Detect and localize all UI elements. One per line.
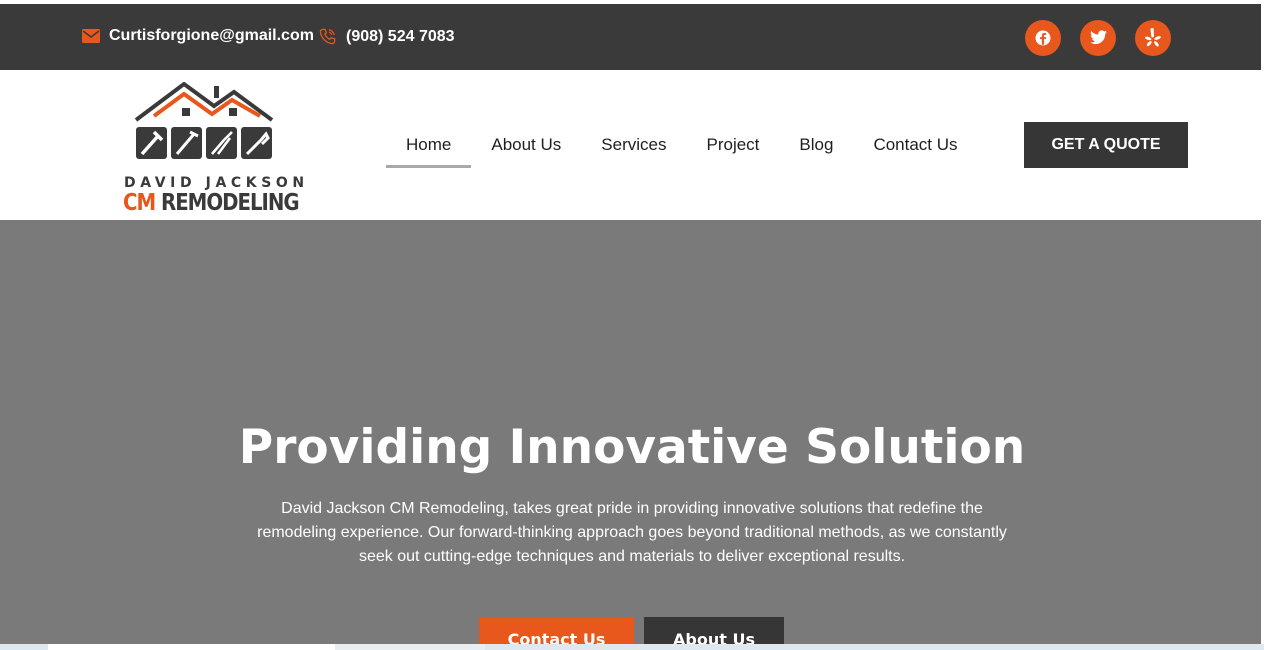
phone-icon: [319, 28, 336, 45]
yelp-icon: [1144, 28, 1161, 47]
nav-item-services[interactable]: Services: [581, 122, 686, 168]
house-tools-logo-icon: [134, 82, 274, 159]
nav-item-about-us[interactable]: About Us: [471, 122, 581, 168]
hero-description: David Jackson CM Remodeling, takes great…: [257, 500, 1007, 565]
bottom-bar-segment: [48, 644, 335, 650]
top-bar: Curtisforgione@gmail.com (908) 524 7083: [0, 4, 1264, 70]
nav-item-project[interactable]: Project: [686, 122, 779, 168]
envelope-icon: [82, 29, 100, 43]
get-quote-button[interactable]: GET A QUOTE: [1024, 122, 1188, 168]
logo-company: CM REMODELING: [123, 190, 300, 216]
bottom-bar: [0, 644, 1264, 650]
logo-name: DAVID JACKSON: [124, 175, 309, 191]
twitter-icon: [1090, 29, 1108, 44]
logo-company-rest: REMODELING: [155, 190, 300, 216]
facebook-icon: [1035, 30, 1051, 46]
twitter-button[interactable]: [1080, 20, 1116, 56]
logo-company-accent: CM: [123, 190, 156, 216]
site-logo[interactable]: DAVID JACKSON CM REMODELING: [120, 82, 304, 216]
nav-item-home[interactable]: Home: [386, 122, 472, 168]
site-header: DAVID JACKSON CM REMODELING Home About U…: [0, 70, 1264, 220]
phone-text: (908) 524 7083: [346, 27, 455, 45]
email-contact[interactable]: Curtisforgione@gmail.com: [82, 27, 314, 45]
nav-item-contact-us[interactable]: Contact Us: [853, 122, 977, 168]
email-text: Curtisforgione@gmail.com: [109, 27, 314, 44]
yelp-button[interactable]: [1135, 20, 1171, 56]
bottom-bar-segment: [335, 644, 485, 650]
hero-section: Providing Innovative Solution David Jack…: [0, 220, 1264, 650]
hero-title: Providing Innovative Solution: [238, 420, 1026, 475]
main-nav: Home About Us Services Project Blog Cont…: [386, 122, 978, 168]
nav-item-blog[interactable]: Blog: [779, 122, 853, 168]
phone-contact[interactable]: (908) 524 7083: [318, 27, 455, 46]
facebook-button[interactable]: [1025, 20, 1061, 56]
